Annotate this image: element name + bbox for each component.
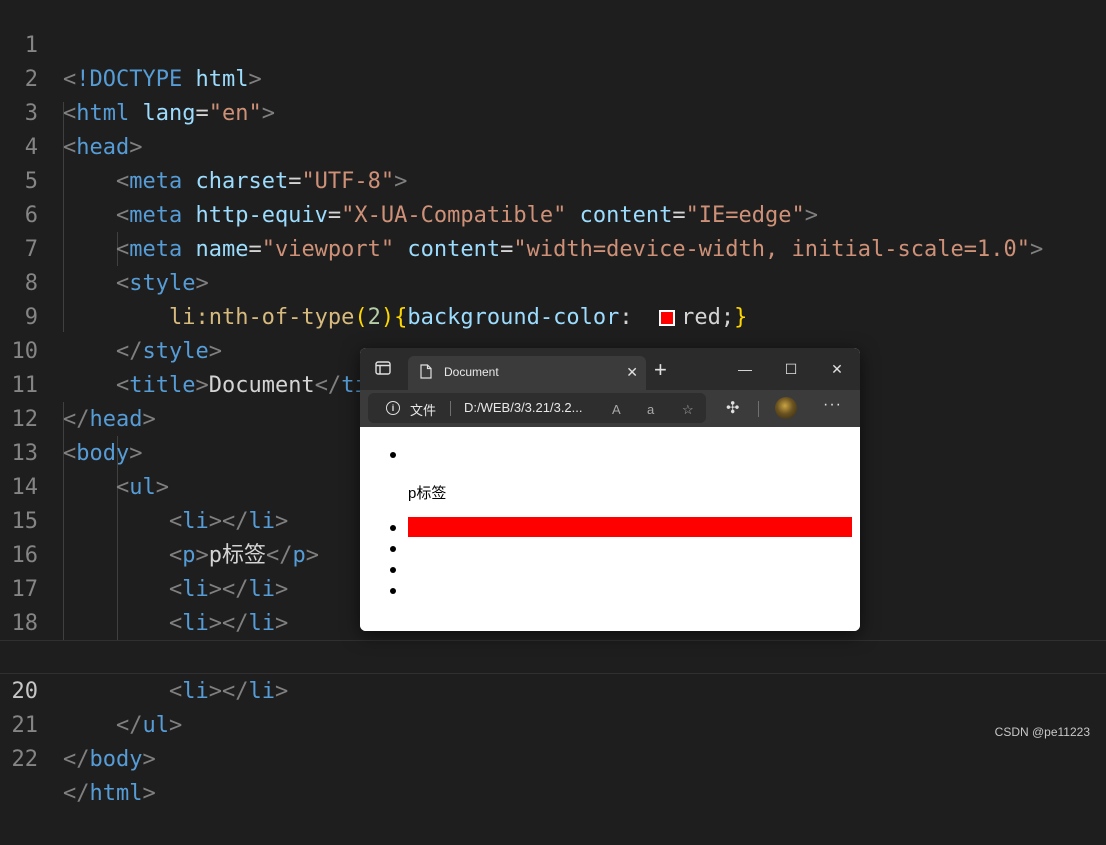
info-icon[interactable]: i: [386, 401, 400, 415]
list-bullet: [390, 452, 396, 458]
tab-title: Document: [444, 365, 499, 379]
list-bullet: [390, 546, 396, 552]
watermark: CSDN @pe11223: [994, 725, 1090, 739]
list-bullet: [390, 567, 396, 573]
url-field[interactable]: i 文件 D:/WEB/3/3.21/3.2... A a ☆: [368, 393, 706, 423]
list-bullet: [390, 588, 396, 594]
code-line[interactable]: 2 <html lang="en">: [0, 29, 1106, 126]
code-token: html: [89, 781, 143, 806]
browser-window[interactable]: Document ✕ + — ☐ ✕ i 文件 D:/WEB/3/3.21/3.…: [360, 348, 860, 631]
code-line[interactable]: 7 <style>: [0, 199, 1106, 296]
code-line[interactable]: 8 li:nth-of-type(2){background-color: re…: [0, 233, 1106, 330]
code-line[interactable]: 4 <meta charset="UTF-8">: [0, 97, 1106, 194]
read-aloud-icon[interactable]: A: [612, 402, 621, 417]
maximize-icon[interactable]: ☐: [776, 358, 806, 380]
close-window-icon[interactable]: ✕: [822, 358, 852, 380]
protocol-label: 文件: [410, 403, 437, 418]
code-line[interactable]: 10 <title>Document</title>: [0, 301, 1106, 398]
code-line[interactable]: 5 <meta http-equiv="X-UA-Compatible" con…: [0, 131, 1106, 228]
code-line[interactable]: 1 <!DOCTYPE html>: [0, 0, 1106, 92]
minimize-icon[interactable]: —: [730, 358, 760, 380]
code-line[interactable]: 22 </html>: [0, 709, 1106, 806]
highlighted-list-item: [408, 517, 852, 537]
code-line[interactable]: 3 <head>: [0, 63, 1106, 160]
code-line-current[interactable]: 20 </ul>: [0, 640, 1106, 738]
code-line[interactable]: 6 <meta name="viewport" content="width=d…: [0, 165, 1106, 262]
profile-avatar[interactable]: [775, 397, 797, 419]
page-viewport: p标签: [360, 427, 860, 631]
page-paragraph: p标签: [408, 485, 447, 502]
tab-document[interactable]: Document ✕: [408, 356, 646, 390]
tab-actions-button[interactable]: [370, 360, 396, 382]
tab-bar: Document ✕ + — ☐ ✕: [360, 348, 860, 390]
favorite-icon[interactable]: ☆: [682, 402, 694, 418]
url-divider: [450, 401, 451, 416]
code-token: body: [89, 747, 143, 772]
more-options-icon[interactable]: ···: [823, 396, 842, 414]
address-bar: i 文件 D:/WEB/3/3.21/3.2... A a ☆ ✣ ···: [360, 390, 860, 427]
page-icon: [420, 364, 432, 379]
new-tab-icon[interactable]: +: [654, 359, 667, 381]
immersive-reader-icon[interactable]: a: [647, 402, 654, 417]
line-number: 22: [11, 747, 39, 772]
close-tab-icon[interactable]: ✕: [626, 363, 638, 381]
url-text: D:/WEB/3/3.21/3.2...: [464, 400, 583, 415]
tab-actions-icon: [375, 361, 391, 375]
list-bullet: [390, 525, 396, 531]
extensions-icon[interactable]: ✣: [726, 398, 739, 418]
code-line[interactable]: 9 </style>: [0, 267, 1106, 364]
code-line[interactable]: 21 </body>: [0, 675, 1106, 772]
toolbar-divider: [758, 401, 759, 417]
